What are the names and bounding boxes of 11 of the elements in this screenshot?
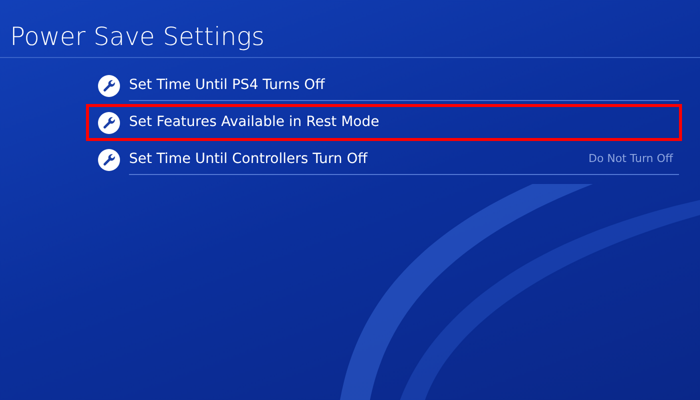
- wrench-icon: [98, 112, 120, 134]
- menu-item-label: Set Features Available in Rest Mode: [129, 113, 380, 132]
- menu-item-value: Do Not Turn Off: [588, 150, 674, 167]
- page-title: Power Save Settings: [10, 24, 265, 49]
- menu-item[interactable]: Set Features Available in Rest Mode: [86, 104, 682, 141]
- menu-item[interactable]: Set Time Until PS4 Turns Off: [86, 67, 682, 104]
- menu-item[interactable]: Set Time Until Controllers Turn Off Do Not Turn Off: [86, 141, 682, 178]
- menu-item-label: Set Time Until Controllers Turn Off: [129, 150, 368, 168]
- menu-item-label: Set Time Until PS4 Turns Off: [129, 76, 325, 94]
- wrench-icon: [98, 74, 120, 96]
- wrench-icon: [98, 148, 120, 170]
